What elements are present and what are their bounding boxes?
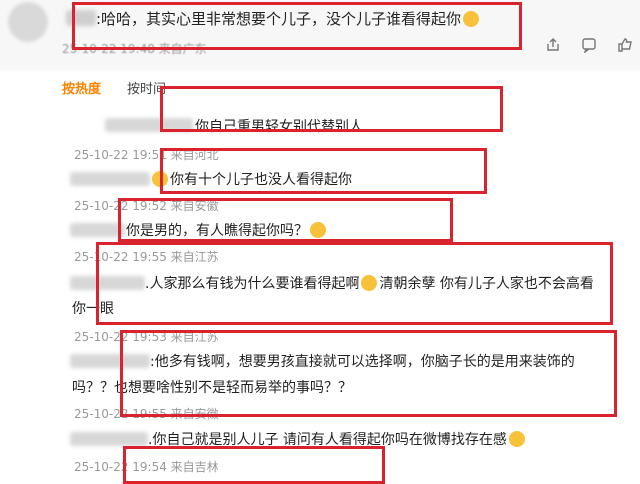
username-redacted bbox=[70, 276, 145, 290]
tab-sort-time[interactable]: 按时间 bbox=[127, 78, 166, 97]
reply-text: 你自己重男轻女别代替别人 bbox=[195, 119, 363, 135]
reply-meta: 25-10-22 19:54 来自吉林 bbox=[74, 460, 219, 474]
sort-tabs: 按热度 按时间 bbox=[62, 78, 166, 97]
share-icon[interactable] bbox=[544, 36, 562, 54]
reply-meta: 25-10-22 19:55 来自安徽 bbox=[74, 407, 219, 421]
comment-actions bbox=[544, 36, 634, 54]
reply-text-cont: 你一眼 bbox=[72, 301, 114, 317]
sweat-emoji-icon bbox=[361, 275, 378, 291]
username-redacted bbox=[66, 10, 96, 26]
reply-text: .你自己就是别人儿子 请问有人看得起你吗在微博找存在感 bbox=[148, 429, 527, 449]
reply-text-cont: 吗？？也想要啥性别不是轻而易举的事吗？？ bbox=[72, 380, 352, 396]
tab-sort-hot[interactable]: 按热度 bbox=[62, 78, 101, 97]
comment-icon[interactable] bbox=[580, 36, 598, 54]
reply-text: .人家那么有钱为什么要谁看得起啊 清朝余孽 你有儿子人家也不会高看 bbox=[145, 275, 594, 292]
reply-meta: 25-10-22 19:52 来自安徽 bbox=[74, 199, 219, 213]
reply-meta: 25-10-22 19:51 来自河北 bbox=[74, 148, 219, 162]
username-redacted bbox=[70, 432, 148, 446]
top-comment-text: :哈哈，其实心里非常想要个儿子，没个儿子谁看得起你 bbox=[96, 8, 481, 29]
avatar[interactable] bbox=[8, 2, 48, 42]
reply-text: 你有十个儿子也没人看得起你 bbox=[150, 169, 352, 189]
emoji-icon bbox=[310, 222, 326, 238]
reply-meta: 25-10-22 19:55 来自江苏 bbox=[74, 250, 219, 264]
username-redacted bbox=[70, 354, 150, 368]
crying-emoji-icon bbox=[152, 171, 168, 187]
username-redacted bbox=[105, 118, 193, 132]
reply-text: 你是男的，有人瞧得起你吗？ bbox=[126, 220, 328, 240]
username-redacted bbox=[70, 172, 150, 186]
reply-meta: 25-10-22 19:53 来自江苏 bbox=[74, 330, 219, 344]
reply-text: :他多有钱啊，想要男孩直接就可以选择啊，你脑子长的是用来装饰的 bbox=[150, 354, 575, 370]
username-redacted bbox=[70, 223, 125, 237]
top-comment-meta: 25-10-22 19:48 来自广东 bbox=[62, 42, 207, 56]
emoji-icon bbox=[508, 431, 525, 447]
laughing-emoji-icon bbox=[463, 11, 480, 27]
like-icon[interactable] bbox=[616, 36, 634, 54]
